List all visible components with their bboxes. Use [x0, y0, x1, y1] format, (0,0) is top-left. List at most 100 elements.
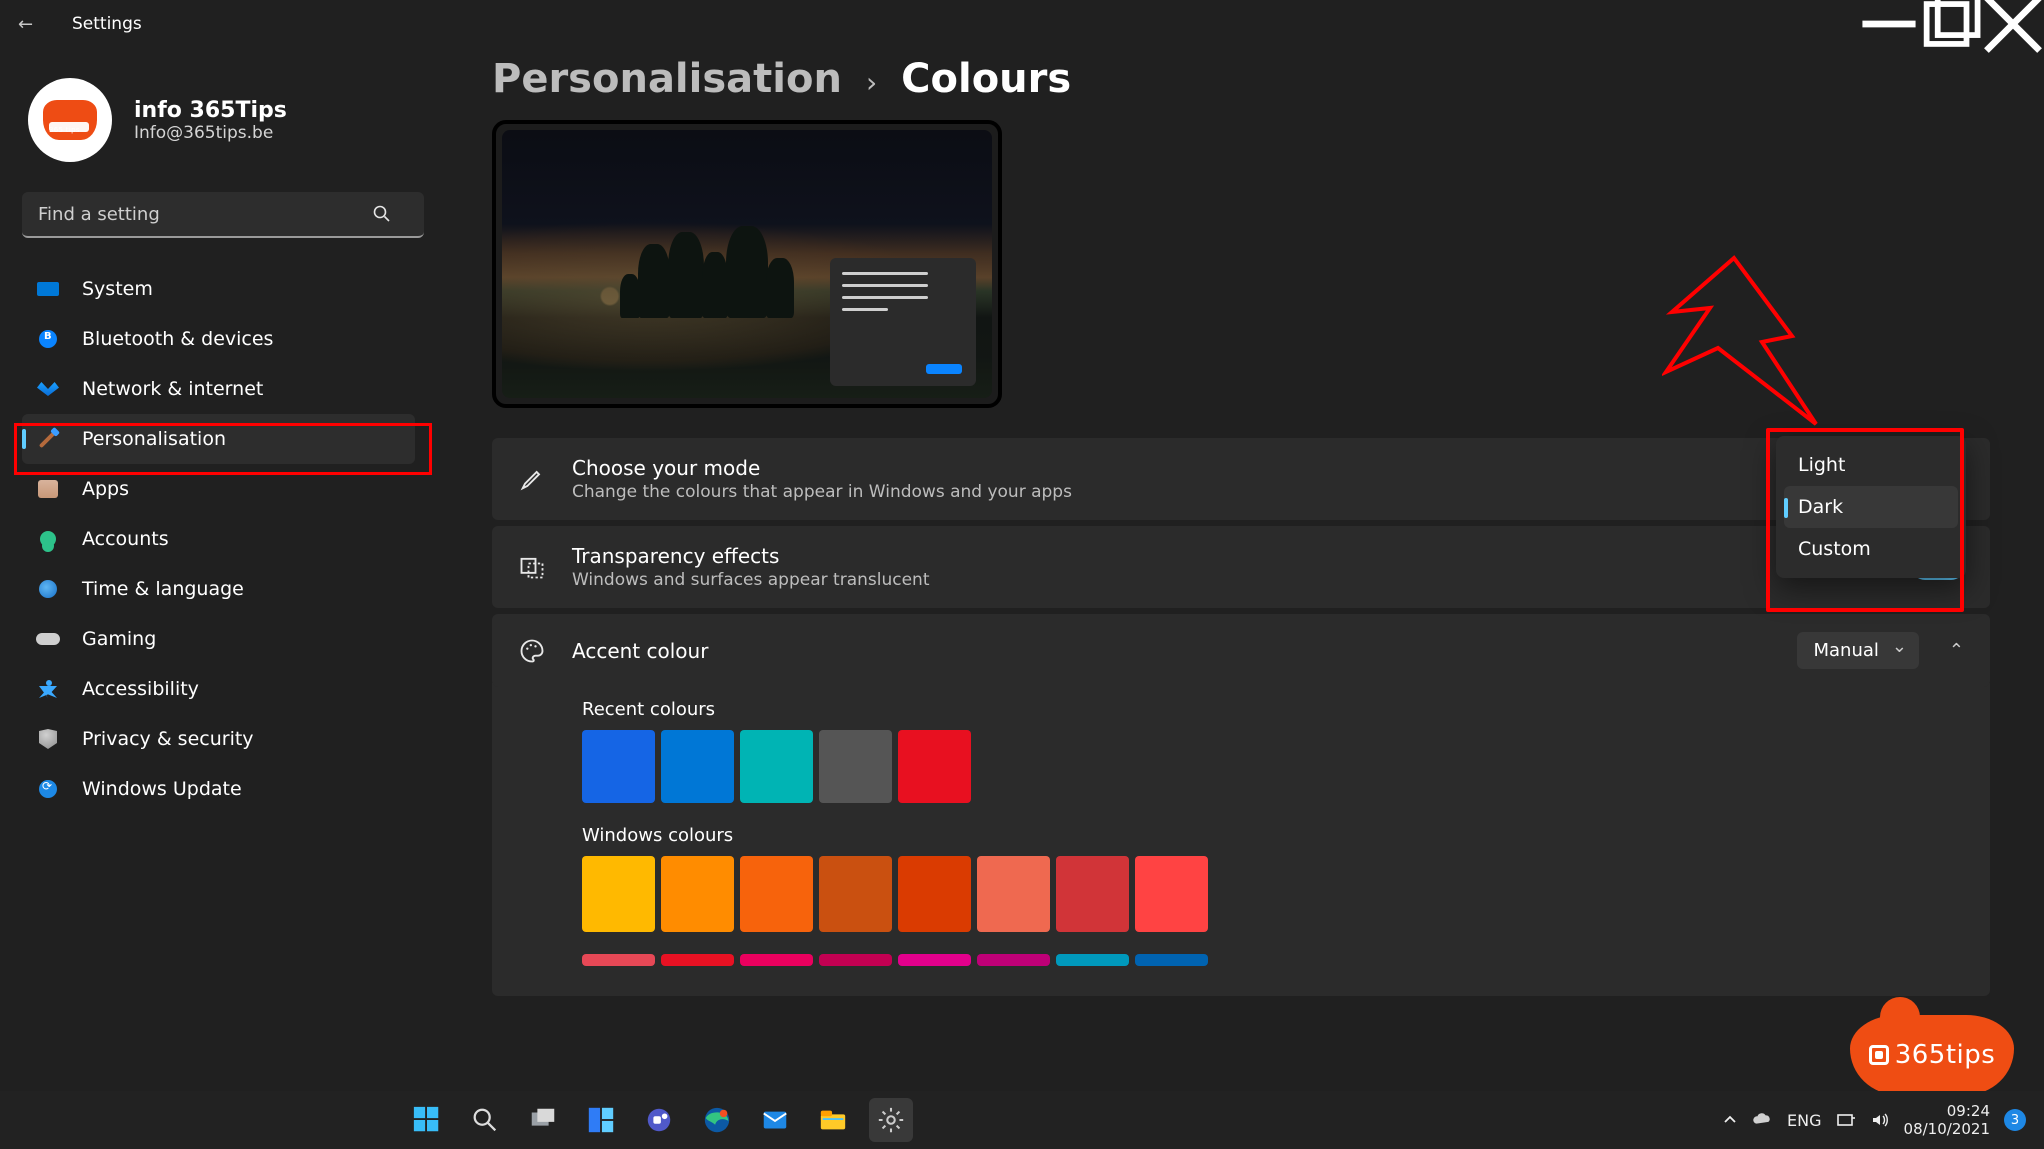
onedrive-tray-icon[interactable] [1751, 1109, 1773, 1131]
row-desc: Windows and surfaces appear translucent [572, 570, 929, 590]
sidebar-item-accessibility[interactable]: Accessibility [22, 664, 415, 714]
sidebar-item-update[interactable]: Windows Update [22, 764, 415, 814]
globe-icon [39, 580, 57, 598]
language-indicator[interactable]: ENG [1787, 1111, 1821, 1130]
colour-swatch[interactable] [819, 730, 892, 803]
accent-mode-select[interactable]: Manual [1797, 632, 1918, 669]
search-box[interactable] [22, 192, 415, 238]
colour-swatch[interactable] [898, 856, 971, 932]
search-input[interactable] [22, 192, 424, 238]
update-icon [39, 780, 57, 798]
widgets[interactable] [579, 1098, 623, 1142]
accent-sub-panel: Recent colours Windows colours [492, 683, 1990, 996]
colour-swatch[interactable] [1135, 954, 1208, 966]
colour-swatch[interactable] [582, 856, 655, 932]
taskbar-right: ENG 09:24 08/10/2021 3 [1723, 1102, 2044, 1138]
nav-list: System Bluetooth & devices Network & int… [22, 264, 415, 814]
colour-swatch[interactable] [661, 856, 734, 932]
sidebar: info 365Tips Info@365tips.be System Blue… [0, 48, 430, 1091]
colour-swatch[interactable] [819, 954, 892, 966]
colour-swatch[interactable] [582, 730, 655, 803]
accent-colour-row[interactable]: Accent colour Manual ⌃ [492, 614, 1990, 687]
mode-option-custom[interactable]: Custom [1784, 528, 1958, 570]
settings-icon[interactable] [869, 1098, 913, 1142]
sidebar-item-personalisation[interactable]: Personalisation [22, 414, 415, 464]
colour-swatch[interactable] [898, 954, 971, 966]
explorer-icon[interactable] [811, 1098, 855, 1142]
colour-swatch[interactable] [977, 856, 1050, 932]
colour-swatch[interactable] [1056, 856, 1129, 932]
colour-swatch[interactable] [582, 954, 655, 966]
sidebar-item-privacy[interactable]: Privacy & security [22, 714, 415, 764]
chat-icon[interactable] [637, 1098, 681, 1142]
recent-colours-label: Recent colours [582, 699, 1964, 720]
annotation-lightning-icon [1662, 252, 1832, 430]
sidebar-item-time[interactable]: Time & language [22, 564, 415, 614]
maximize-button[interactable] [1920, 3, 1982, 45]
notifications-badge[interactable]: 3 [2004, 1109, 2026, 1131]
user-name: info 365Tips [134, 98, 287, 123]
user-block[interactable]: info 365Tips Info@365tips.be [22, 78, 415, 162]
colour-swatch[interactable] [1135, 856, 1208, 932]
colour-swatch[interactable] [740, 954, 813, 966]
sidebar-item-system[interactable]: System [22, 264, 415, 314]
brush-icon [518, 465, 546, 493]
volume-tray-icon[interactable] [1870, 1110, 1890, 1130]
person-icon [40, 531, 56, 547]
gamepad-icon [36, 633, 60, 645]
task-view[interactable] [521, 1098, 565, 1142]
colour-swatch[interactable] [819, 856, 892, 932]
mail-icon[interactable] [753, 1098, 797, 1142]
taskbar-clock[interactable]: 09:24 08/10/2021 [1904, 1102, 1990, 1138]
close-button[interactable] [1982, 3, 2044, 45]
sidebar-item-gaming[interactable]: Gaming [22, 614, 415, 664]
taskbar-center [405, 1098, 913, 1142]
colour-swatch[interactable] [977, 954, 1050, 966]
colour-swatch[interactable] [661, 954, 734, 966]
start-button[interactable] [405, 1098, 449, 1142]
search-icon [373, 205, 391, 223]
windows-colours-row-2 [582, 954, 1964, 966]
tray-chevron[interactable] [1723, 1113, 1737, 1127]
colour-swatch[interactable] [898, 730, 971, 803]
taskbar[interactable]: ENG 09:24 08/10/2021 3 [0, 1091, 2044, 1149]
colour-swatch[interactable] [661, 730, 734, 803]
mode-option-light[interactable]: Light [1784, 444, 1958, 486]
watermark-logo: 365tips [1850, 1015, 2014, 1095]
transparency-row[interactable]: Transparency effects Windows and surface… [492, 526, 1990, 608]
sidebar-item-accounts[interactable]: Accounts [22, 514, 415, 564]
colour-swatch[interactable] [740, 730, 813, 803]
chevron-up-icon[interactable]: ⌃ [1949, 640, 1964, 661]
breadcrumb: Personalisation › Colours [492, 56, 1990, 102]
transparency-icon [518, 553, 546, 581]
desktop-preview [492, 120, 1002, 408]
choose-mode-row[interactable]: Choose your mode Change the colours that… [492, 438, 1990, 520]
sidebar-item-network[interactable]: Network & internet [22, 364, 415, 414]
recent-colours-row [582, 730, 1964, 803]
mode-dropdown[interactable]: Light Dark Custom [1776, 436, 1966, 578]
breadcrumb-parent[interactable]: Personalisation [492, 56, 842, 102]
window-controls [1858, 3, 2044, 45]
brush-icon [39, 430, 57, 448]
page-title: Colours [901, 56, 1071, 102]
window-preview [830, 258, 976, 386]
shield-icon [39, 729, 57, 749]
mode-option-dark[interactable]: Dark [1784, 486, 1958, 528]
sidebar-item-bluetooth[interactable]: Bluetooth & devices [22, 314, 415, 364]
colour-swatch[interactable] [1056, 954, 1129, 966]
window-title: Settings [72, 14, 142, 34]
row-title: Accent colour [572, 639, 708, 663]
bluetooth-icon [39, 330, 57, 348]
minimize-button[interactable] [1858, 3, 1920, 45]
colour-swatch[interactable] [740, 856, 813, 932]
network-tray-icon[interactable] [1836, 1110, 1856, 1130]
back-icon[interactable]: ← [18, 14, 50, 35]
row-desc: Change the colours that appear in Window… [572, 482, 1072, 502]
row-title: Choose your mode [572, 456, 1072, 480]
taskbar-search[interactable] [463, 1098, 507, 1142]
apps-icon [38, 480, 58, 498]
office-icon [1869, 1045, 1889, 1065]
sidebar-item-apps[interactable]: Apps [22, 464, 415, 514]
row-title: Transparency effects [572, 544, 929, 568]
edge-icon[interactable] [695, 1098, 739, 1142]
